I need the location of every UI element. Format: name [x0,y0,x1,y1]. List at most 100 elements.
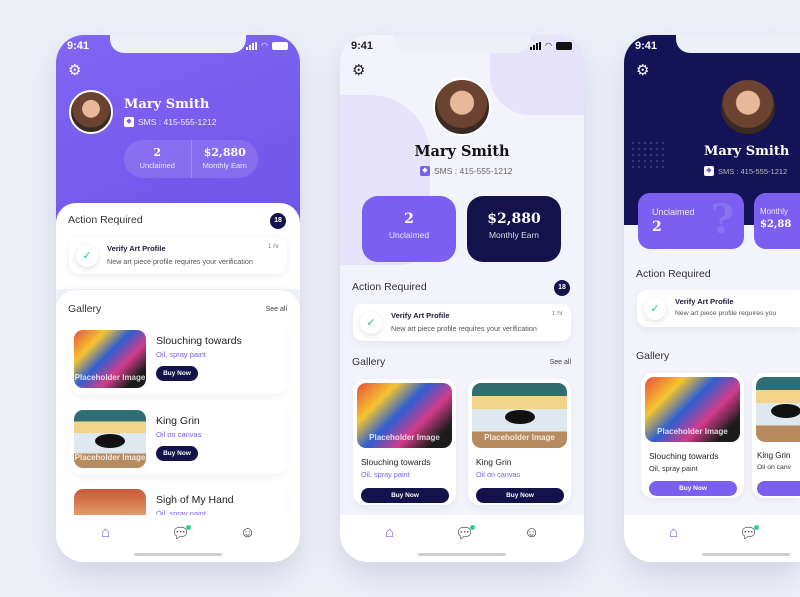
notification-card[interactable]: ✓ Verify Art Profile New art piece profile… [69,237,287,274]
bottom-nav: ⌂ 💬︎ [624,515,800,562]
user-name: Mary Smith [414,143,510,160]
gallery-card[interactable]: Placeholder Image Slouching towards Oil, s… [353,379,456,505]
art-image: Placeholder Image [357,383,452,448]
status-time: 9:41 [67,40,90,52]
earn-label: Monthly [760,207,789,216]
contact-icon: ◆ [124,117,134,127]
earn-card[interactable]: $2,880 Monthly Earn [467,196,561,262]
buy-now-button[interactable]: Buy Now [476,488,564,503]
image-placeholder: Placeholder Image [369,433,440,442]
check-badge-icon: ✓ [360,312,382,334]
gallery-card[interactable]: Placeholder Image Slouching towards Oil, s… [641,373,744,498]
art-image: Placeholder Image [472,383,567,448]
sms-text: SMS : 415-555-1212 [138,117,217,127]
chat-icon[interactable]: 💬︎ [455,524,476,542]
unclaimed-value: 2 [153,146,162,159]
home-indicator [418,553,506,556]
gallery-card[interactable]: Placeholder Image King Grin Oil on canvas B… [468,379,571,505]
notch [110,35,246,53]
status-icons: ◠ [530,41,572,50]
sms-line: ◆ SMS : 415-555-1212 [420,166,512,176]
status-time: 9:41 [351,40,374,52]
avatar [69,90,113,134]
bottom-nav: ⌂ 💬︎ ☺ [340,515,584,562]
contact-icon: ◆ [420,166,430,176]
unclaimed-card[interactable]: Unclaimed 2? [638,193,744,249]
earn-value: $2,880 [487,211,541,227]
art-title: Slouching towards [361,457,431,467]
phone-screen-dark: 9:41 ⚙ Mary Smith ◆ SMS : 415-555-1212 Un… [624,35,800,562]
home-icon[interactable]: ⌂ [385,524,394,541]
action-count-badge: 18 [554,280,570,296]
unclaimed-label: Unclaimed [139,161,175,170]
chat-icon[interactable]: 💬︎ [171,524,192,542]
art-image: Placeholder Image [74,410,146,468]
notification-desc: New art piece profile requires you [675,310,777,317]
notification-desc: New art piece profile requires your veri… [391,324,537,333]
smiley-icon[interactable]: ☺ [524,524,539,541]
unclaimed-card[interactable]: 2 Unclaimed [362,196,456,262]
art-medium: Oil on canvas [156,430,202,439]
sms-line: ◆ SMS : 415-555-1212 [124,117,216,127]
phone-screen-grid: 9:41 ◠ ⚙ Mary Smith ◆ SMS : 415-555-1212 … [340,35,584,562]
home-icon[interactable]: ⌂ [669,524,678,541]
art-image [756,377,800,442]
art-medium: Oil, spray paint [649,464,698,473]
notification-title: Verify Art Profile [107,244,166,253]
art-title: King Grin [476,457,512,467]
art-medium: Oil on canv [757,464,792,471]
image-placeholder: Placeholder Image [484,433,555,442]
notification-card[interactable]: ✓ Verify Art Profile New art piece profile… [637,290,800,327]
image-placeholder: Placeholder Image [74,453,146,462]
see-all-link[interactable]: See all [266,306,287,313]
smiley-icon[interactable]: ☺ [240,524,255,541]
notification-desc: New art piece profile requires your veri… [107,257,253,266]
sms-text: SMS : 415-555-1212 [718,166,788,176]
home-icon[interactable]: ⌂ [101,524,110,541]
art-title: Sigh of My Hand [156,494,234,506]
sms-text: SMS : 415-555-1212 [434,166,513,176]
art-title: King Grin [757,451,791,460]
user-name: Mary Smith [704,144,790,159]
earn-card[interactable]: Monthly $2,88 [754,193,800,249]
buy-now-button[interactable]: Buy Now [156,366,198,381]
chat-icon[interactable]: 💬︎ [739,524,760,542]
art-image: Placeholder Image [74,330,146,388]
earn-value: $2,880 [203,146,246,159]
notification-time: 1 hr [267,243,279,250]
unclaimed-label: Unclaimed [388,230,430,240]
avatar [719,78,777,136]
art-image: Placeholder Image [645,377,740,442]
gear-icon[interactable]: ⚙ [68,61,81,79]
avatar [433,78,491,136]
contact-icon: ◆ [704,166,714,176]
check-badge-icon: ✓ [76,245,98,267]
sms-line: ◆ SMS : 415-555-1212 [704,166,787,176]
art-title: King Grin [156,415,200,427]
notification-title: Verify Art Profile [675,297,734,306]
gallery-card[interactable]: King Grin Oil on canv [752,373,800,498]
buy-now-button[interactable]: Buy Now [361,488,449,503]
image-placeholder: Placeholder Image [74,373,146,382]
phone-screen-list: 9:41 ◠ ⚙ Mary Smith ◆ SMS : 415-555-1212 … [56,35,300,562]
see-all-link[interactable]: See all [550,359,571,366]
gear-icon[interactable]: ⚙ [636,61,649,79]
user-name: Mary Smith [124,97,210,112]
action-title: Action Required [352,281,427,293]
notification-time: 1 hr [551,310,563,317]
notification-title: Verify Art Profile [391,311,450,320]
art-title: Slouching towards [649,451,719,461]
dot-pattern [630,140,666,170]
buy-now-button[interactable]: Buy Now [156,446,198,461]
list-item[interactable]: Placeholder Image Slouching towards Oil, s… [69,325,287,394]
action-title: Action Required [68,214,143,226]
gear-icon[interactable]: ⚙ [352,61,365,79]
buy-now-button[interactable] [757,481,800,496]
art-medium: Oil on canvas [476,470,521,479]
notification-card[interactable]: ✓ Verify Art Profile New art piece profile… [353,304,571,341]
list-item[interactable]: Placeholder Image King Grin Oil on canvas B… [69,405,287,474]
buy-now-button[interactable]: Buy Now [649,481,737,496]
art-title: Slouching towards [156,335,242,347]
question-mark-icon: ? [710,196,734,243]
earn-value: $2,88 [760,219,792,230]
